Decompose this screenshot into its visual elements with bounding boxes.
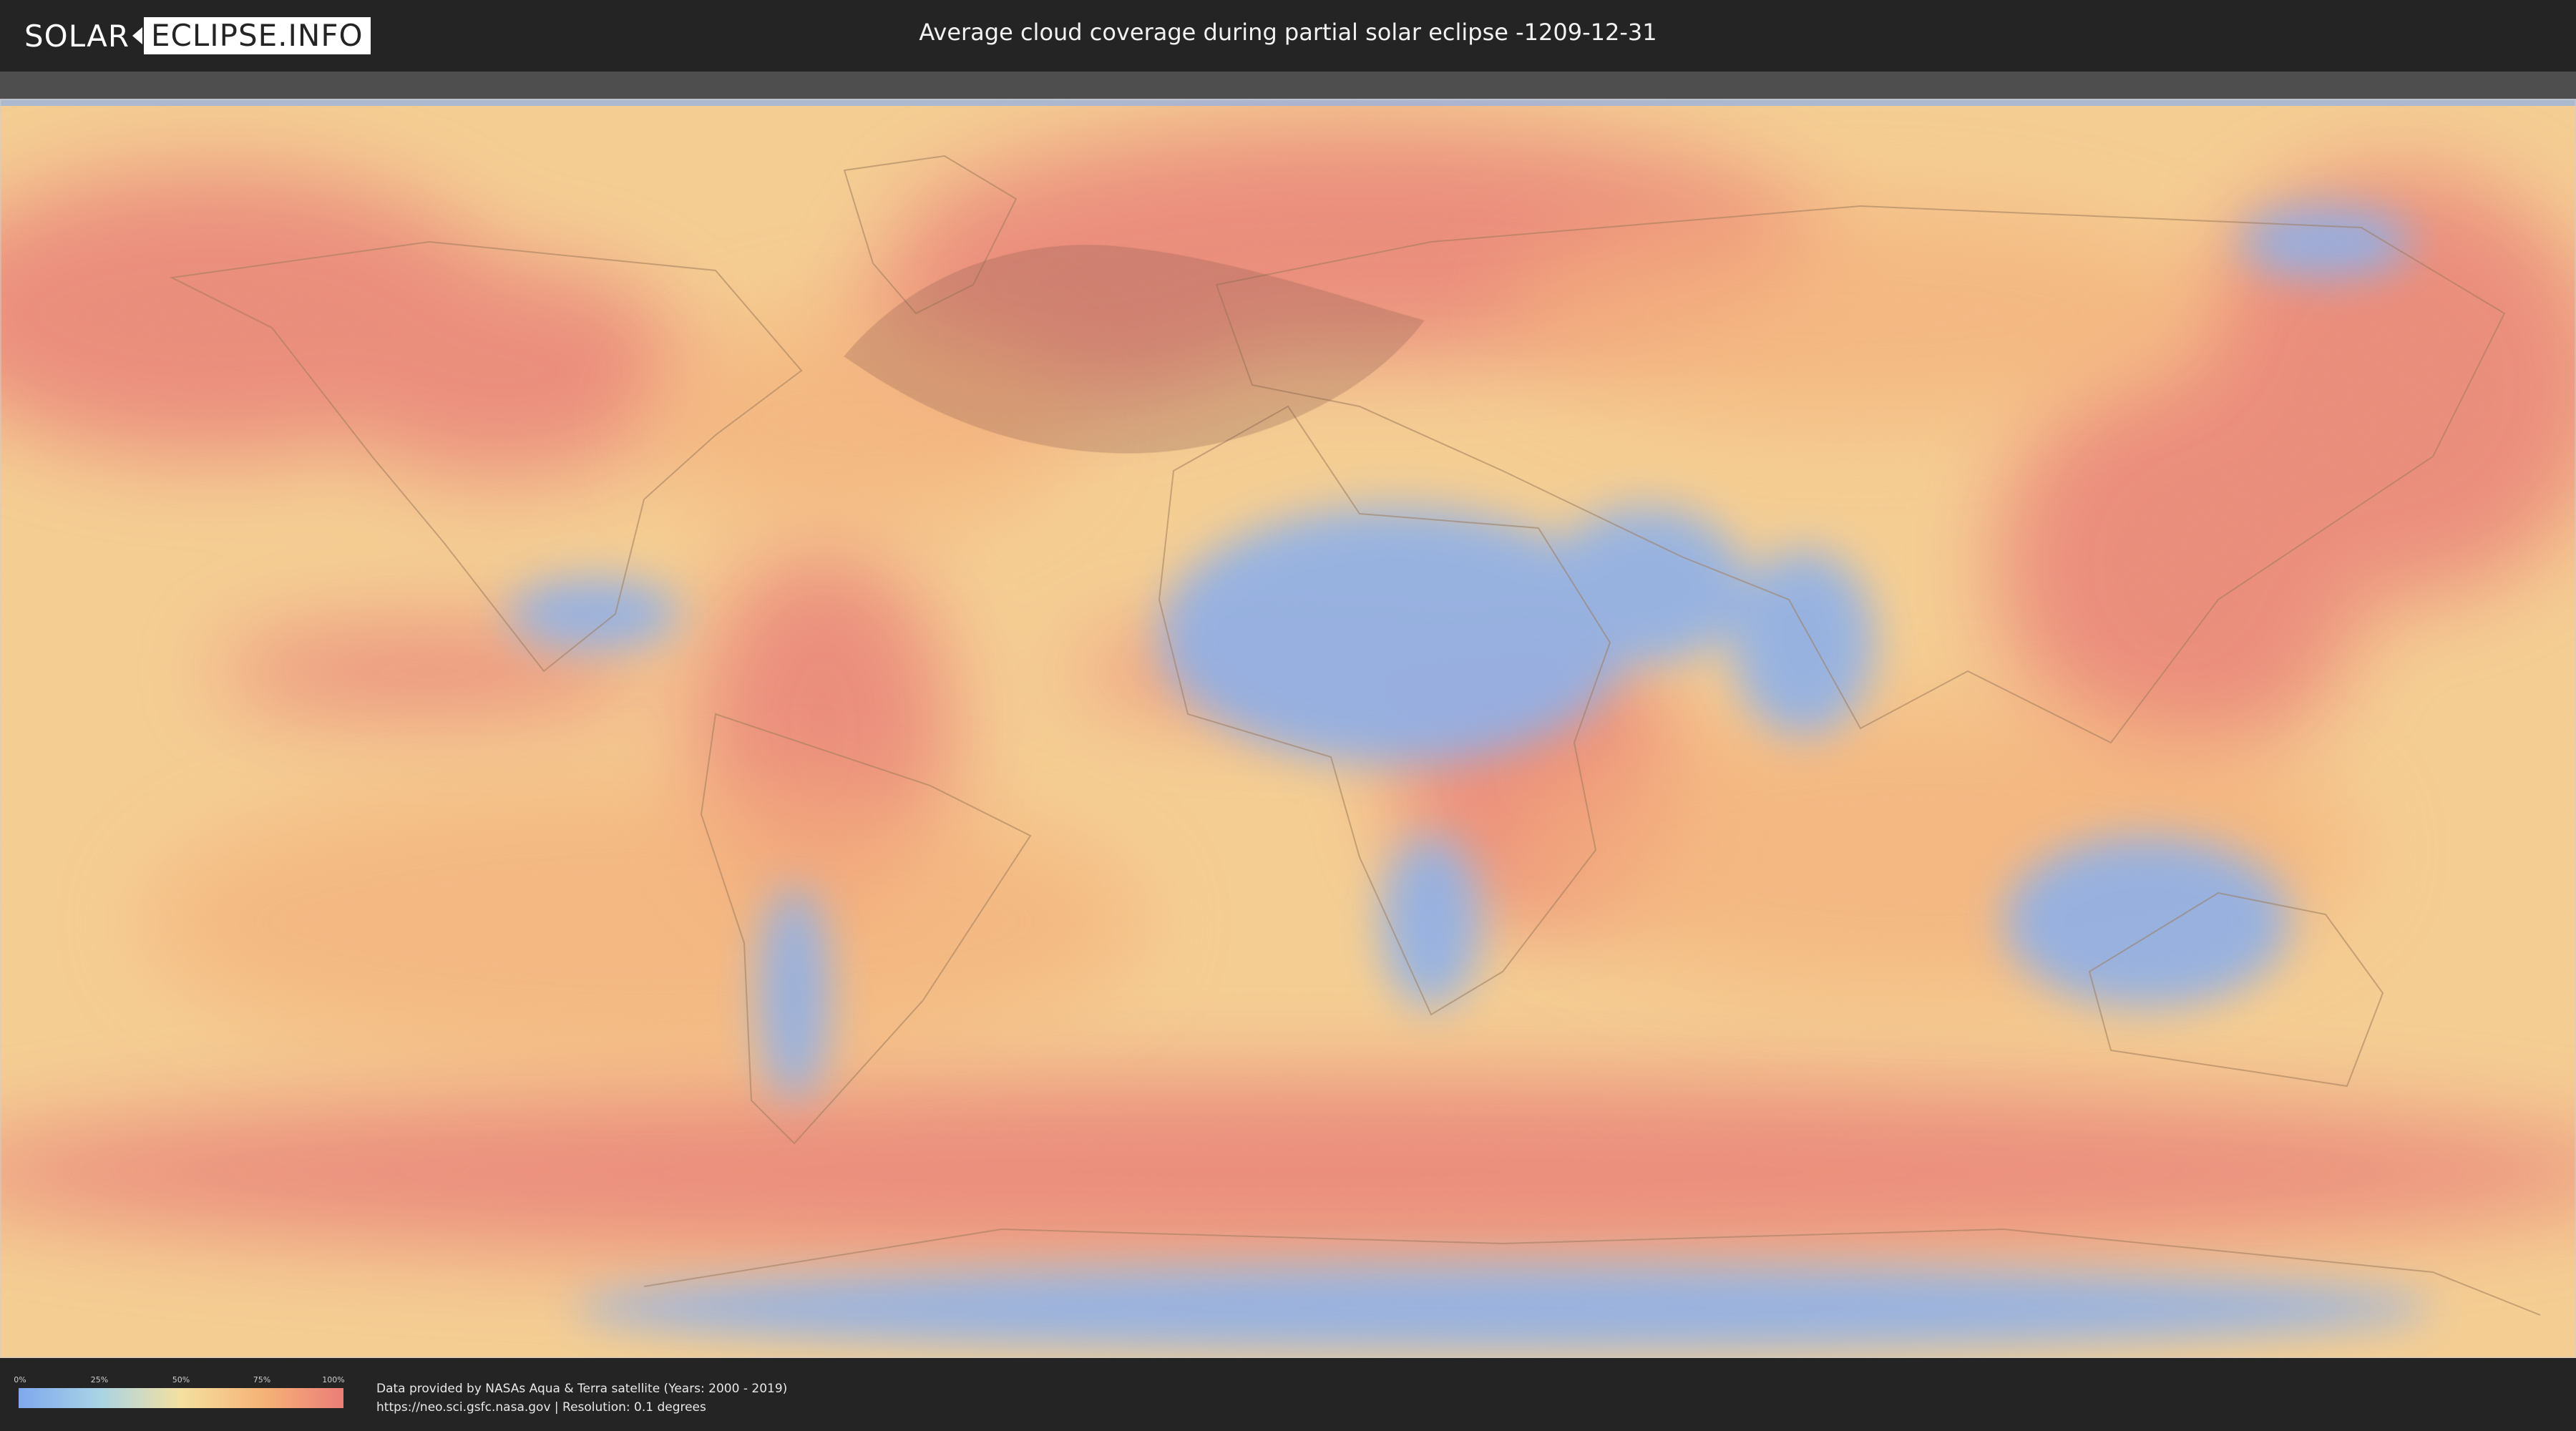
cloud-coverage-map: [0, 99, 2576, 1358]
header-divider: [0, 72, 2576, 99]
legend-color-bar: [19, 1388, 343, 1408]
header-bar: SOLAR ECLIPSE.INFO Average cloud coverag…: [0, 0, 2576, 72]
legend-tick-100: 100%: [322, 1375, 345, 1384]
legend-tick-50: 50%: [172, 1375, 190, 1384]
map-grain: [0, 99, 2576, 1358]
page-title: Average cloud coverage during partial so…: [919, 19, 1657, 46]
credits-line-2[interactable]: https://neo.sci.gsfc.nasa.gov | Resoluti…: [376, 1398, 787, 1417]
legend-tick-0: 0%: [14, 1375, 26, 1384]
data-credits: Data provided by NASAs Aqua & Terra sate…: [376, 1379, 787, 1417]
legend-tick-25: 25%: [90, 1375, 109, 1384]
credits-line-1: Data provided by NASAs Aqua & Terra sate…: [376, 1382, 788, 1396]
legend-tick-75: 75%: [253, 1375, 271, 1384]
color-legend: 0% 25% 50% 75% 100%: [14, 1375, 345, 1415]
